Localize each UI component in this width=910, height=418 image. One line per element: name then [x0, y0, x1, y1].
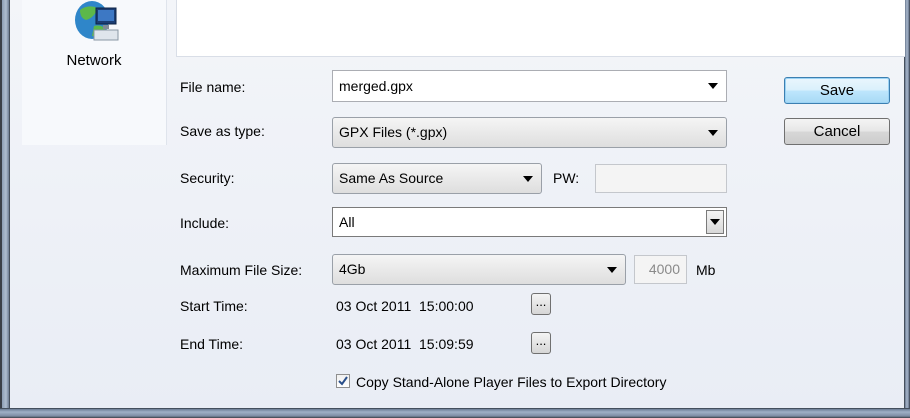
include-dropdown-button[interactable] — [706, 210, 724, 234]
end-time-value: 03 Oct 2011 15:09:59 — [336, 336, 474, 352]
include-label: Include: — [180, 215, 230, 231]
window-frame-left — [0, 0, 10, 418]
save-type-value: GPX Files (*.gpx) — [339, 124, 448, 140]
save-type-select[interactable]: GPX Files (*.gpx) — [332, 117, 727, 148]
copy-player-files-label[interactable]: Copy Stand-Alone Player Files to Export … — [356, 374, 666, 390]
file-list[interactable] — [176, 0, 905, 57]
security-select[interactable]: Same As Source — [332, 163, 542, 194]
window-frame-bottom — [0, 408, 910, 418]
save-button[interactable]: Save — [784, 77, 890, 104]
security-label: Security: — [180, 170, 235, 186]
chevron-down-icon — [708, 129, 718, 136]
network-label: Network — [66, 52, 122, 69]
include-select[interactable]: All — [332, 207, 727, 237]
save-type-label: Save as type: — [180, 123, 265, 139]
checkmark-icon — [338, 376, 348, 386]
window-frame-right — [904, 0, 910, 418]
max-size-number-input[interactable]: 4000 — [634, 255, 687, 284]
max-size-select[interactable]: 4Gb — [332, 254, 626, 285]
pw-label: PW: — [553, 170, 580, 186]
start-time-value: 03 Oct 2011 15:00:00 — [336, 298, 474, 314]
chevron-down-icon — [607, 266, 617, 273]
places-sidebar: Network — [22, 0, 167, 145]
end-time-picker-button[interactable]: ... — [531, 332, 551, 354]
chevron-down-icon — [710, 219, 720, 225]
chevron-down-icon — [523, 175, 533, 182]
include-value: All — [339, 214, 355, 230]
max-size-label: Maximum File Size: — [180, 262, 303, 278]
file-name-value: merged.gpx — [339, 78, 413, 94]
cancel-button[interactable]: Cancel — [784, 118, 890, 145]
network-icon — [75, 1, 119, 41]
file-name-combo[interactable]: merged.gpx — [332, 70, 727, 102]
max-size-unit: Mb — [696, 262, 716, 278]
file-name-label: File name: — [180, 79, 246, 95]
chevron-down-icon[interactable] — [708, 83, 718, 89]
copy-player-files-checkbox[interactable] — [336, 374, 350, 388]
end-time-label: End Time: — [180, 336, 244, 352]
security-value: Same As Source — [339, 170, 444, 186]
start-time-label: Start Time: — [180, 298, 248, 314]
start-time-picker-button[interactable]: ... — [531, 293, 551, 315]
pw-input[interactable] — [595, 164, 727, 193]
max-size-value: 4Gb — [339, 261, 366, 277]
